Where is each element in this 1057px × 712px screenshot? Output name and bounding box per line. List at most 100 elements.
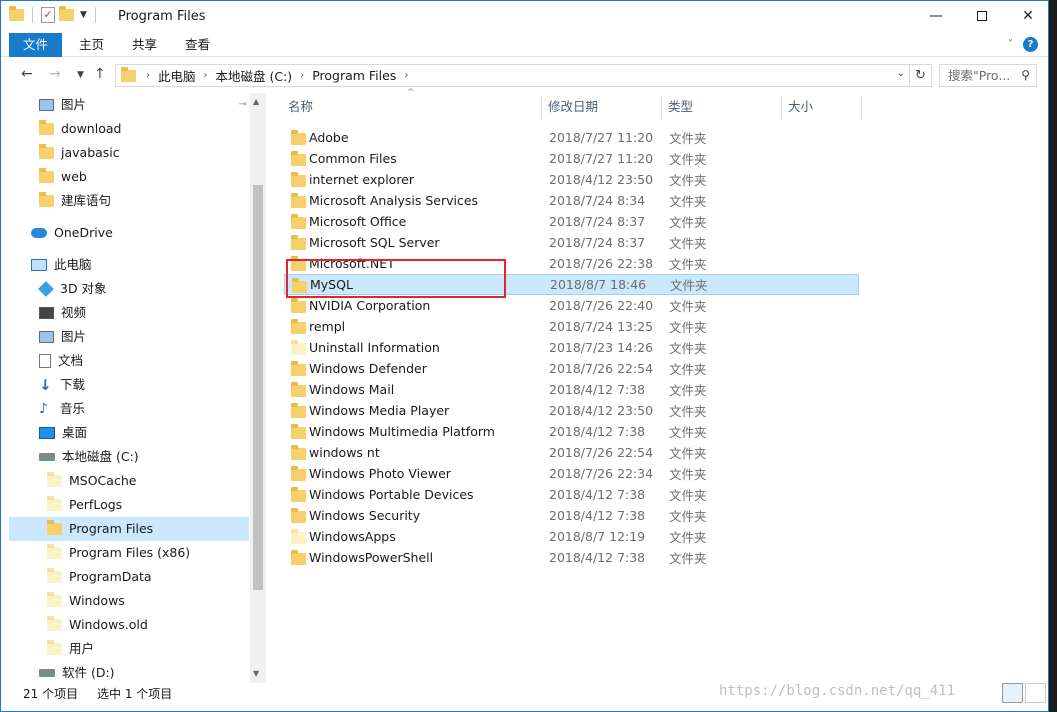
column-header-name[interactable]: 名称 [282,95,542,119]
quick-access-toolbar: ✓ ▼ [9,6,100,23]
file-row[interactable]: windows nt 2018/7/26 22:54 文件夹 [284,442,859,463]
nav-item[interactable]: 图片 [9,325,249,349]
pin-icon[interactable]: ⊸ [239,93,247,117]
file-row[interactable]: Windows Portable Devices 2018/4/12 7:38 文件… [284,484,859,505]
maximize-button[interactable] [959,1,1005,31]
file-row[interactable]: Microsoft Office 2018/7/24 8:37 文件夹 [284,211,859,232]
nav-item[interactable]: OneDrive [9,221,249,245]
maximize-icon [977,11,987,21]
file-row[interactable]: rempl 2018/7/24 13:25 文件夹 [284,316,859,337]
properties-icon[interactable]: ✓ [41,7,55,23]
details-view-icon[interactable] [1002,683,1023,703]
file-row[interactable]: WindowsPowerShell 2018/4/12 7:38 文件夹 [284,547,859,568]
nav-item[interactable]: 视频 [9,301,249,325]
refresh-button[interactable]: ↻ [910,64,932,87]
nav-item-icon [47,592,62,607]
recent-locations-icon[interactable]: ▼ [77,70,84,80]
scroll-up-icon[interactable]: ▲ [253,97,259,106]
tab-share[interactable]: 共享 [118,33,171,57]
nav-item[interactable]: 建库语句 [9,189,249,213]
file-row[interactable]: Windows Multimedia Platform 2018/4/12 7:3… [284,421,859,442]
column-header-size[interactable]: 大小 [782,95,862,119]
scrollbar-thumb[interactable] [253,185,263,590]
file-row[interactable]: Windows Security 2018/4/12 7:38 文件夹 [284,505,859,526]
file-row[interactable]: Windows Media Player 2018/4/12 23:50 文件夹 [284,400,859,421]
file-row[interactable]: internet explorer 2018/4/12 23:50 文件夹 [284,169,859,190]
video-icon [39,307,54,319]
minimize-button[interactable]: — [913,1,959,31]
file-row[interactable]: Uninstall Information 2018/7/23 14:26 文件夹 [284,337,859,358]
nav-item-label: MSOCache [69,473,137,488]
file-row[interactable]: Windows Defender 2018/7/26 22:54 文件夹 [284,358,859,379]
nav-item[interactable]: 文档 [9,349,249,373]
scroll-down-icon[interactable]: ▼ [253,669,259,678]
tab-view[interactable]: 查看 [171,33,224,57]
nav-item[interactable]: 图片 ⊸ [9,93,249,117]
nav-item-label: Windows.old [69,617,148,632]
file-row[interactable]: Windows Photo Viewer 2018/7/26 22:34 文件夹 [284,463,859,484]
file-row[interactable]: Adobe 2018/7/27 11:20 文件夹 [284,127,859,148]
nav-item[interactable]: ♪ 音乐 [9,397,249,421]
file-type: 文件夹 [669,551,707,566]
chevron-right-icon[interactable]: › [146,70,150,81]
file-type: 文件夹 [669,341,707,356]
column-header-modified[interactable]: 修改日期 [542,95,662,119]
file-row[interactable]: Microsoft SQL Server 2018/7/24 8:37 文件夹 [284,232,859,253]
nav-item[interactable]: download [9,117,249,141]
nav-item[interactable]: 软件 (D:) [9,661,249,683]
breadcrumb-program-files[interactable]: Program Files [312,68,396,83]
breadcrumb-this-pc[interactable]: 此电脑 [158,66,196,85]
file-modified: 2018/8/7 12:19 [549,529,646,544]
nav-item[interactable]: 桌面 [9,421,249,445]
ribbon-controls: ˅ ? [1008,37,1038,52]
nav-item[interactable]: Windows.old [9,613,249,637]
file-name: WindowsApps [309,529,396,544]
large-icons-view-icon[interactable] [1025,683,1046,703]
file-row[interactable]: WindowsApps 2018/8/7 12:19 文件夹 [284,526,859,547]
tab-home[interactable]: 主页 [65,33,118,57]
expand-ribbon-icon[interactable]: ˅ [1008,39,1013,50]
nav-item[interactable]: 3D 对象 [9,277,249,301]
column-header-type[interactable]: 类型 [662,95,782,119]
folder-icon [47,544,62,559]
file-type: 文件夹 [669,194,707,209]
nav-item[interactable]: 本地磁盘 (C:) [9,445,249,469]
chevron-down-icon[interactable]: ▼ [80,10,87,20]
toolbar-divider [94,7,96,23]
help-icon[interactable]: ? [1023,37,1038,52]
tab-file[interactable]: 文件 [9,33,63,57]
back-arrow-icon[interactable]: ← [21,66,33,82]
nav-item[interactable]: MSOCache [9,469,249,493]
nav-item[interactable]: javabasic [9,141,249,165]
chevron-down-icon[interactable]: ⌄ [897,68,905,79]
nav-item[interactable]: PerfLogs [9,493,249,517]
nav-item[interactable]: ↓ 下载 [9,373,249,397]
chevron-right-icon[interactable]: › [404,70,408,81]
file-row[interactable]: Windows Mail 2018/4/12 7:38 文件夹 [284,379,859,400]
close-button[interactable]: ✕ [1005,1,1051,31]
breadcrumb-local-disk[interactable]: 本地磁盘 (C:) [216,66,293,85]
file-modified: 2018/4/12 7:38 [549,487,646,502]
chevron-right-icon[interactable]: › [300,70,304,81]
nav-item[interactable]: Windows [9,589,249,613]
file-row[interactable]: NVIDIA Corporation 2018/7/26 22:40 文件夹 [284,295,859,316]
up-arrow-icon[interactable]: ↑ [94,66,106,82]
file-row[interactable]: Common Files 2018/7/27 11:20 文件夹 [284,148,859,169]
nav-item[interactable]: 用户 [9,637,249,661]
nav-item[interactable]: Program Files (x86) [9,541,249,565]
file-name: Common Files [309,151,397,166]
file-row[interactable]: Microsoft Analysis Services 2018/7/24 8:3… [284,190,859,211]
address-bar[interactable]: › 此电脑 › 本地磁盘 (C:) › Program Files › ⌄ [115,64,910,87]
navigation-scrollbar[interactable]: ▲ ▼ [250,93,266,683]
nav-item[interactable]: web [9,165,249,189]
forward-arrow-icon[interactable]: → [49,66,61,82]
chevron-right-icon[interactable]: › [204,70,208,81]
nav-item[interactable]: ProgramData [9,565,249,589]
search-input[interactable]: 搜索"Pro... ⚲ [939,64,1037,87]
toolbar-divider [32,7,33,23]
nav-item[interactable]: 此电脑 [9,253,249,277]
nav-item[interactable]: Program Files [9,517,249,541]
new-folder-icon[interactable] [59,6,74,21]
folder-icon [291,193,306,208]
file-type: 文件夹 [669,173,707,188]
